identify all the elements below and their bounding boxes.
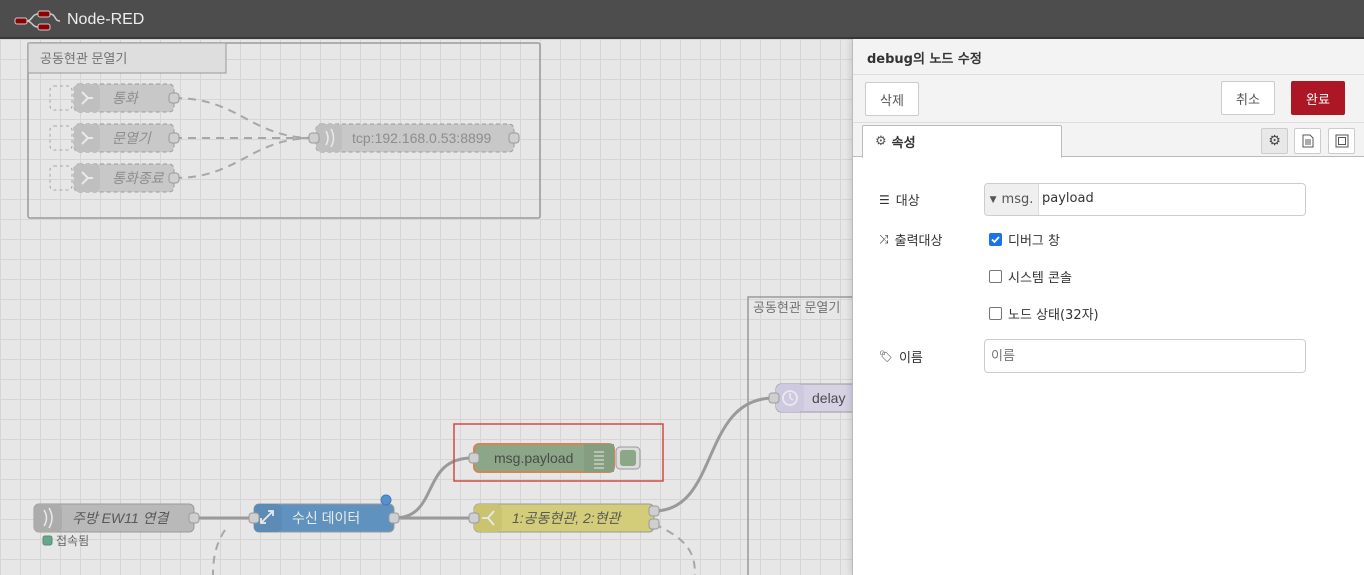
- output-label: 출력대상: [894, 234, 943, 249]
- checkbox[interactable]: [989, 270, 1002, 283]
- option-label: 노드 상태(32자): [1008, 308, 1099, 323]
- type-select-label: msg.: [1001, 192, 1034, 207]
- tray-toolbar: 삭제 취소 완료: [853, 75, 1364, 123]
- check-icon: [991, 236, 1000, 244]
- target-typed-input[interactable]: ▼ msg. payload: [984, 183, 1306, 216]
- settings-tab-button[interactable]: ⚙: [1261, 128, 1288, 154]
- header-bar: Node-RED: [0, 0, 1364, 39]
- name-label-row: 🏷 이름: [879, 347, 923, 366]
- app-title: Node-RED: [67, 11, 145, 28]
- output-label-row: ⤨ 출력대상: [879, 230, 942, 249]
- gear-icon: ⚙: [1268, 133, 1281, 149]
- option-system-console[interactable]: 시스템 콘솔: [989, 267, 1072, 286]
- tab-properties[interactable]: ⚙ 속성: [862, 125, 1062, 158]
- file-text-icon: [1302, 134, 1313, 148]
- option-node-status[interactable]: 노드 상태(32자): [989, 304, 1099, 323]
- description-tab-button[interactable]: [1294, 128, 1321, 154]
- tray-header: debug의 노드 수정: [853, 39, 1364, 75]
- edit-tray: debug의 노드 수정 삭제 취소 완료 ⚙ 속성 ⚙ ☰ 대상 ▼ msg.…: [852, 39, 1364, 575]
- tray-title: debug의 노드 수정: [867, 52, 982, 67]
- cancel-button[interactable]: 취소: [1221, 81, 1275, 115]
- name-label: 이름: [898, 351, 923, 366]
- random-icon: ⤨: [879, 232, 889, 246]
- checkbox[interactable]: [989, 233, 1002, 246]
- checkbox[interactable]: [989, 307, 1002, 320]
- workspace-overlay: [0, 39, 852, 575]
- option-debug-window[interactable]: 디버그 창: [989, 230, 1060, 249]
- node-red-logo-icon: [14, 10, 61, 31]
- tag-icon: 🏷: [879, 350, 893, 363]
- gear-icon: ⚙: [875, 134, 887, 149]
- target-value[interactable]: payload: [1042, 191, 1094, 206]
- name-input[interactable]: [984, 339, 1306, 373]
- list-icon: ☰: [879, 192, 890, 207]
- caret-down-icon: ▼: [989, 194, 997, 205]
- option-label: 디버그 창: [1008, 234, 1060, 249]
- object-group-icon: [1335, 134, 1348, 148]
- type-select-button[interactable]: ▼ msg.: [985, 184, 1039, 215]
- done-button[interactable]: 완료: [1291, 81, 1345, 115]
- appearance-tab-button[interactable]: [1328, 128, 1355, 154]
- flow-workspace[interactable]: 공동현관 문열기 통화 문열기 통화종료 tcp:192.168.0.53:88…: [0, 39, 852, 575]
- target-label: 대상: [895, 194, 920, 209]
- tab-properties-label: 속성: [891, 136, 916, 151]
- target-label-row: ☰ 대상: [879, 190, 920, 210]
- delete-button[interactable]: 삭제: [865, 82, 919, 116]
- tray-tab-bar: ⚙ 속성 ⚙: [853, 123, 1364, 158]
- option-label: 시스템 콘솔: [1008, 271, 1072, 286]
